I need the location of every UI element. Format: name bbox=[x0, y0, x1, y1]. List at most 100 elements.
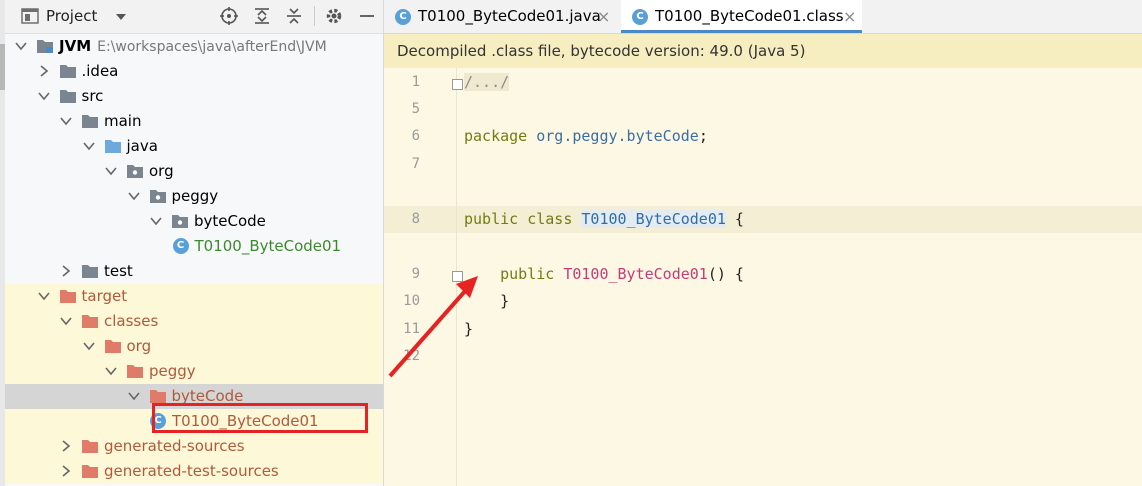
chevron-down-icon[interactable] bbox=[82, 340, 95, 352]
class-icon: C bbox=[395, 9, 411, 25]
collapse-all-icon[interactable] bbox=[284, 6, 304, 26]
tree-item-label: org bbox=[149, 162, 174, 180]
chevron-down-icon[interactable] bbox=[37, 90, 50, 102]
tree-item-label: org bbox=[126, 337, 152, 355]
tree-row[interactable]: JVM E:\workspaces\java\afterEnd\JVM bbox=[5, 34, 383, 59]
code-line: } bbox=[464, 320, 474, 338]
expand-all-icon[interactable] bbox=[252, 6, 272, 26]
chevron-down-icon[interactable] bbox=[105, 165, 117, 177]
tree-row[interactable]: .idea bbox=[5, 59, 383, 84]
module-folder-icon bbox=[37, 40, 53, 53]
tree-row[interactable]: main bbox=[5, 109, 383, 134]
tree-row[interactable]: byteCode bbox=[5, 209, 383, 234]
gear-icon[interactable] bbox=[324, 6, 344, 26]
folder-icon bbox=[59, 90, 76, 103]
line-number: 6 bbox=[411, 128, 420, 144]
chevron-down-icon[interactable] bbox=[82, 140, 95, 152]
tree-item-label: generated-test-sources bbox=[104, 462, 279, 480]
chevron-down-icon[interactable] bbox=[150, 215, 162, 227]
line-number: 10 bbox=[403, 293, 420, 309]
tab-label: T0100_ByteCode01.java bbox=[418, 7, 601, 25]
excluded-folder-icon bbox=[127, 365, 143, 378]
folder-icon bbox=[82, 115, 98, 128]
package-icon bbox=[127, 165, 143, 178]
code-line: public T0100_ByteCode01() { bbox=[500, 265, 744, 283]
line-number: 1 bbox=[411, 74, 420, 90]
tree-item-label: .idea bbox=[81, 62, 119, 80]
close-icon[interactable]: × bbox=[843, 0, 856, 33]
chevron-down-icon[interactable] bbox=[37, 290, 50, 302]
excluded-folder-icon bbox=[104, 340, 121, 353]
tree-item-label: byteCode bbox=[194, 212, 266, 230]
chevron-right-icon[interactable] bbox=[38, 65, 50, 77]
chevron-down-icon[interactable] bbox=[115, 11, 127, 23]
excluded-folder-icon bbox=[82, 315, 98, 328]
class-icon: C bbox=[632, 9, 648, 25]
tree-item-label: target bbox=[81, 287, 128, 305]
editor-tabs: C T0100_ByteCode01.java × C T0100_ByteCo… bbox=[384, 0, 1142, 34]
tree-item-label: src bbox=[81, 87, 104, 105]
tree-row[interactable]: generated-sources bbox=[5, 434, 383, 459]
code-line: package org.peggy.byteCode; bbox=[464, 127, 708, 145]
tab-class-file[interactable]: C T0100_ByteCode01.class × bbox=[621, 0, 862, 33]
code-line: public class T0100_ByteCode01 { bbox=[464, 210, 744, 228]
tree-row[interactable]: test bbox=[5, 259, 383, 284]
banner-text: Decompiled .class file, bytecode version… bbox=[397, 42, 806, 60]
tree-item-label: generated-sources bbox=[104, 437, 245, 455]
tree-row[interactable]: java bbox=[5, 134, 383, 159]
chevron-down-icon[interactable] bbox=[127, 390, 140, 402]
chevron-right-icon[interactable] bbox=[60, 440, 72, 452]
tree-row[interactable]: classes bbox=[5, 309, 383, 334]
close-icon[interactable]: × bbox=[597, 0, 610, 33]
project-view-icon bbox=[21, 8, 39, 24]
excluded-folder-icon bbox=[149, 390, 166, 403]
excluded-folder-icon bbox=[82, 440, 98, 453]
tree-row[interactable]: org bbox=[5, 159, 383, 184]
tab-java-source[interactable]: C T0100_ByteCode01.java × bbox=[384, 0, 620, 33]
tree-row[interactable]: target bbox=[5, 284, 383, 309]
chevron-down-icon[interactable] bbox=[105, 365, 117, 377]
locate-icon[interactable] bbox=[219, 6, 239, 26]
chevron-down-icon[interactable] bbox=[15, 40, 27, 52]
tree-item-label: T0100_ByteCode01 bbox=[194, 237, 342, 255]
package-icon bbox=[149, 190, 166, 203]
tree-item-label: classes bbox=[104, 312, 159, 330]
editor-panel: C T0100_ByteCode01.java × C T0100_ByteCo… bbox=[384, 0, 1142, 486]
excluded-folder-icon bbox=[59, 290, 76, 303]
project-panel: Project JVM E:\workspaces\java\afterEnd\… bbox=[0, 0, 384, 486]
tree-row[interactable]: peggy bbox=[5, 184, 383, 209]
chevron-down-icon[interactable] bbox=[60, 115, 72, 127]
tree-item-label: main bbox=[104, 112, 142, 130]
line-number: 8 bbox=[411, 211, 420, 227]
chevron-right-icon[interactable] bbox=[60, 265, 72, 277]
annotation-highlight-box bbox=[152, 403, 368, 433]
project-panel-title[interactable]: Project bbox=[46, 7, 97, 25]
tree-item-label: java bbox=[126, 137, 158, 155]
chevron-down-icon[interactable] bbox=[127, 190, 140, 202]
folder-icon bbox=[82, 265, 98, 278]
code-line: /.../ bbox=[464, 73, 510, 91]
tree-row[interactable]: peggy bbox=[5, 359, 383, 384]
tree-item-label: peggy bbox=[149, 362, 196, 380]
chevron-right-icon[interactable] bbox=[60, 465, 72, 477]
line-number: 5 bbox=[411, 101, 420, 117]
decompiled-banner: Decompiled .class file, bytecode version… bbox=[384, 34, 1142, 68]
folder-icon bbox=[59, 65, 76, 78]
fold-marker-icon[interactable] bbox=[452, 79, 463, 90]
excluded-folder-icon bbox=[82, 465, 98, 478]
tree-row[interactable]: C T0100_ByteCode01 bbox=[5, 234, 383, 259]
tree-row[interactable]: org bbox=[5, 334, 383, 359]
tree-row[interactable]: src bbox=[5, 84, 383, 109]
project-path: E:\workspaces\java\afterEnd\JVM bbox=[97, 39, 327, 55]
fold-marker-icon[interactable] bbox=[452, 271, 463, 282]
chevron-down-icon[interactable] bbox=[60, 315, 72, 327]
tree-item-label: peggy bbox=[171, 187, 219, 205]
tree-row[interactable]: generated-test-sources bbox=[5, 459, 383, 484]
tree-item-label: JVM E:\workspaces\java\afterEnd\JVM bbox=[59, 37, 327, 55]
code-line: } bbox=[464, 292, 510, 310]
line-number: 11 bbox=[403, 321, 420, 337]
project-toolbar: Project bbox=[5, 0, 383, 34]
line-number: 9 bbox=[411, 266, 420, 282]
code-area[interactable]: 1 5 6 7 8 9 10 11 12 /.../ package org.p… bbox=[384, 68, 1142, 486]
minimize-icon[interactable] bbox=[357, 6, 377, 26]
